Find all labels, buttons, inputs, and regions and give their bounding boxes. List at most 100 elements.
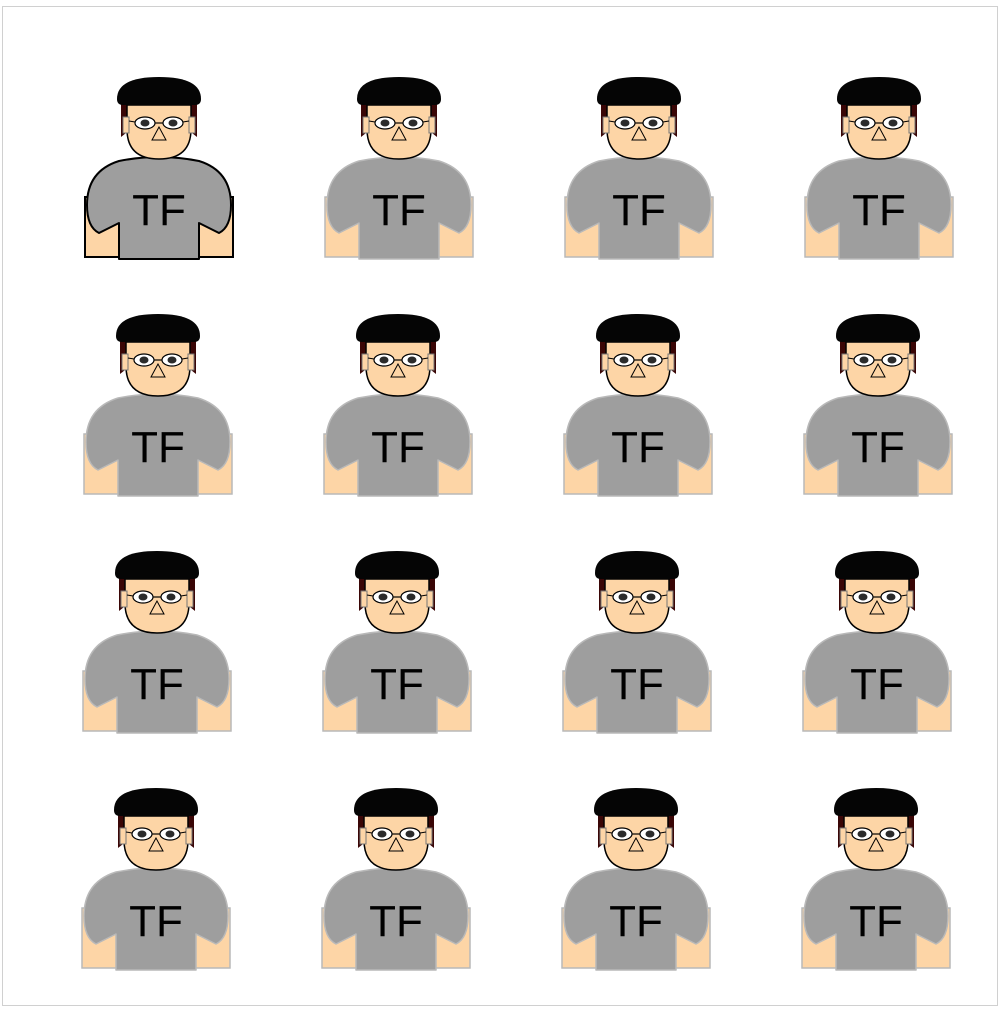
hair-top: [116, 314, 200, 342]
avatar-option[interactable]: TF: [796, 778, 956, 978]
left-pupil: [138, 593, 148, 601]
face: [606, 104, 672, 160]
left-ear: [122, 116, 130, 134]
person-avatar-icon: TF: [84, 77, 234, 260]
right-pupil: [168, 119, 178, 127]
person-avatar-icon: TF: [321, 788, 471, 971]
right-pupil: [407, 356, 417, 364]
hair-top: [115, 551, 199, 579]
right-pupil: [645, 830, 655, 838]
avatar-option[interactable]: TF: [318, 304, 478, 504]
avatar-option[interactable]: TF: [556, 778, 716, 978]
face: [604, 578, 670, 634]
avatar-option[interactable]: TF: [317, 541, 477, 741]
hair-top: [595, 551, 679, 579]
person-avatar-icon: TF: [324, 77, 474, 260]
left-ear: [120, 590, 128, 608]
right-ear: [428, 116, 436, 134]
avatar-option[interactable]: TF: [316, 778, 476, 978]
shirt-label: TF: [611, 423, 665, 472]
right-pupil: [165, 830, 175, 838]
person-avatar-icon: TF: [563, 314, 713, 497]
left-ear: [359, 827, 367, 845]
right-pupil: [648, 119, 658, 127]
left-ear: [121, 353, 129, 371]
shirt-label: TF: [372, 186, 426, 235]
left-pupil: [378, 593, 388, 601]
right-pupil: [885, 830, 895, 838]
left-pupil: [618, 593, 628, 601]
face: [605, 341, 671, 397]
left-pupil: [140, 119, 150, 127]
shirt-label: TF: [130, 660, 184, 709]
avatar-option[interactable]: TF: [559, 67, 719, 267]
avatar-option[interactable]: TF: [557, 541, 717, 741]
left-pupil: [379, 356, 389, 364]
hair-top: [114, 788, 198, 816]
shirt-label: TF: [371, 423, 425, 472]
right-ear: [667, 353, 675, 371]
right-ear: [186, 590, 194, 608]
shirt-label: TF: [131, 423, 185, 472]
right-pupil: [406, 593, 416, 601]
right-ear: [906, 590, 914, 608]
left-pupil: [137, 830, 147, 838]
avatar-option[interactable]: TF: [798, 304, 958, 504]
left-ear: [601, 353, 609, 371]
avatar-option[interactable]: TF: [799, 67, 959, 267]
left-pupil: [859, 356, 869, 364]
left-pupil: [860, 119, 870, 127]
shirt-label: TF: [609, 897, 663, 946]
left-pupil: [377, 830, 387, 838]
hair-top: [597, 77, 681, 105]
hair-top: [355, 551, 439, 579]
face: [366, 104, 432, 160]
face: [845, 341, 911, 397]
right-ear: [425, 827, 433, 845]
right-ear: [188, 116, 196, 134]
face: [363, 815, 429, 871]
right-pupil: [646, 593, 656, 601]
shirt-label: TF: [129, 897, 183, 946]
left-pupil: [617, 830, 627, 838]
left-ear: [600, 590, 608, 608]
right-ear: [905, 827, 913, 845]
face: [843, 815, 909, 871]
right-ear: [665, 827, 673, 845]
right-ear: [187, 353, 195, 371]
right-ear: [907, 353, 915, 371]
left-pupil: [620, 119, 630, 127]
shirt-label: TF: [610, 660, 664, 709]
avatar-option[interactable]: TF: [79, 67, 239, 267]
shirt-label: TF: [369, 897, 423, 946]
person-avatar-icon: TF: [82, 551, 232, 734]
face: [364, 578, 430, 634]
shirt-label: TF: [612, 186, 666, 235]
avatar-option[interactable]: TF: [76, 778, 236, 978]
hair-top: [354, 788, 438, 816]
avatar-option[interactable]: TF: [77, 541, 237, 741]
left-ear: [839, 827, 847, 845]
hair-top: [835, 551, 919, 579]
face: [123, 815, 189, 871]
person-avatar-icon: TF: [561, 788, 711, 971]
person-avatar-icon: TF: [81, 788, 231, 971]
left-pupil: [139, 356, 149, 364]
face: [124, 578, 190, 634]
hair-top: [594, 788, 678, 816]
avatar-option[interactable]: TF: [78, 304, 238, 504]
right-ear: [427, 353, 435, 371]
left-ear: [119, 827, 127, 845]
avatar-option[interactable]: TF: [319, 67, 479, 267]
avatar-option[interactable]: TF: [797, 541, 957, 741]
shirt-label: TF: [852, 186, 906, 235]
right-pupil: [408, 119, 418, 127]
avatar-option[interactable]: TF: [558, 304, 718, 504]
left-ear: [840, 590, 848, 608]
hair-top: [117, 77, 201, 105]
right-pupil: [886, 593, 896, 601]
person-avatar-icon: TF: [801, 788, 951, 971]
hair-top: [834, 788, 918, 816]
left-ear: [360, 590, 368, 608]
person-avatar-icon: TF: [562, 551, 712, 734]
